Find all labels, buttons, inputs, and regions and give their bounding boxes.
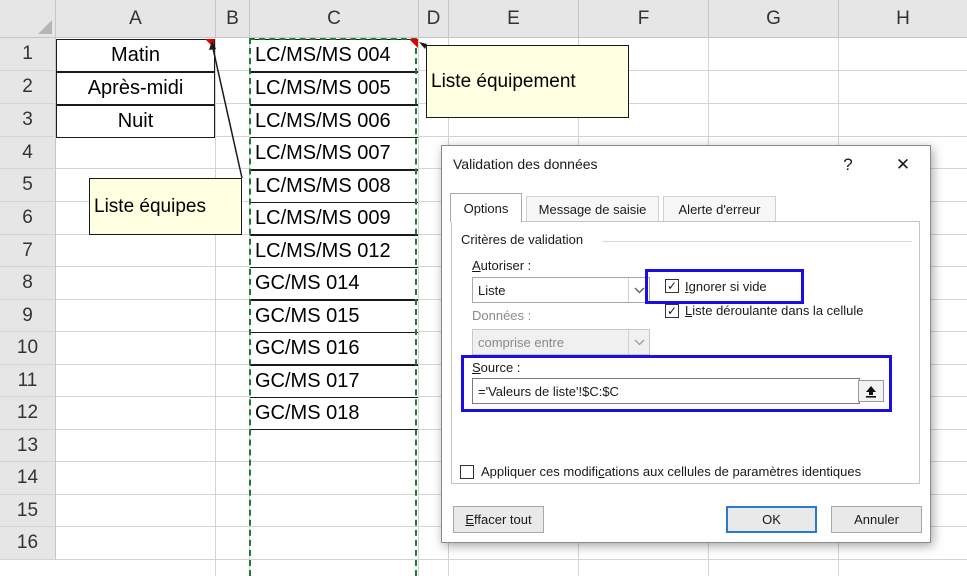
- chevron-down-icon[interactable]: [628, 330, 649, 354]
- clear-all-button[interactable]: Effacer tout: [453, 506, 544, 533]
- cancel-button[interactable]: Annuler: [831, 506, 922, 533]
- allow-select[interactable]: Liste: [472, 277, 650, 303]
- comment-liste-equipes: Liste équipes: [89, 178, 242, 235]
- apply-to-all-label[interactable]: Appliquer ces modifications aux cellules…: [481, 464, 861, 479]
- in-cell-dropdown-label[interactable]: Liste déroulante dans la cellule: [685, 303, 864, 318]
- highlight-ignore-blank: [645, 269, 804, 304]
- allow-select-value: Liste: [478, 282, 506, 298]
- apply-to-all-checkbox[interactable]: [460, 465, 474, 479]
- tab-alerte-erreur[interactable]: Alerte d'erreur: [663, 196, 776, 221]
- data-select-value: comprise entre: [478, 334, 564, 350]
- data-validation-dialog: Validation des données ? ✕ Options Messa…: [441, 145, 931, 543]
- close-icon[interactable]: ✕: [884, 150, 922, 180]
- in-cell-dropdown-checkbox[interactable]: ✓: [665, 304, 679, 318]
- group-divider: [602, 241, 912, 242]
- help-icon[interactable]: ?: [829, 150, 867, 180]
- comment-text: Liste équipes: [94, 195, 206, 217]
- tab-message-de-saisie[interactable]: Message de saisie: [526, 196, 659, 221]
- allow-label: Autoriser :: [472, 258, 532, 273]
- comment-liste-equipement: Liste équipement: [426, 45, 629, 118]
- data-select[interactable]: comprise entre: [472, 329, 650, 355]
- group-label: Critères de validation: [461, 232, 588, 247]
- data-label: Données :: [472, 308, 532, 323]
- comment-text: Liste équipement: [431, 70, 576, 92]
- tab-options[interactable]: Options: [450, 193, 522, 222]
- ok-button[interactable]: OK: [726, 506, 817, 533]
- highlight-source: [461, 355, 892, 412]
- checkmark-icon: ✓: [666, 304, 678, 318]
- dialog-title: Validation des données: [453, 156, 598, 172]
